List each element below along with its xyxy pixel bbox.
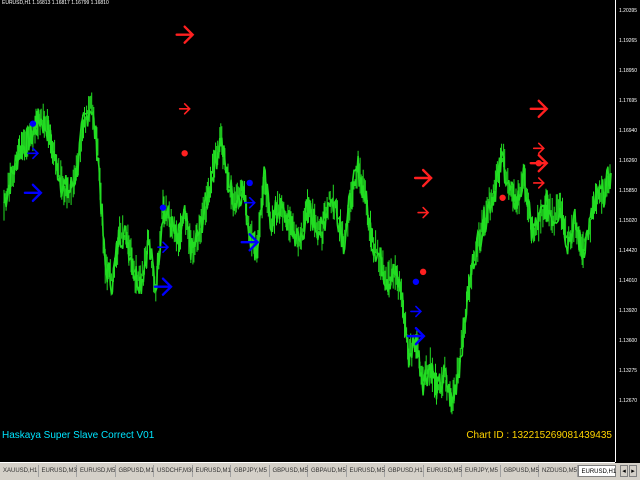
- tab-prev-button[interactable]: ◂: [620, 465, 628, 477]
- price-chart[interactable]: [0, 0, 615, 462]
- price-axis-label: 1.19265: [619, 38, 638, 44]
- sell-arrow-icon: [532, 142, 545, 155]
- chart-tab[interactable]: EURUSD,M30: [38, 465, 80, 477]
- price-line: [3, 108, 612, 407]
- price-axis-label: 1.16940: [619, 128, 638, 134]
- buy-arrow-icon: [410, 305, 423, 318]
- chart-tab[interactable]: GBPUSD,M5: [500, 465, 539, 477]
- price-axis-label: 1.12670: [619, 398, 638, 404]
- buy-signal-dot: [246, 179, 253, 187]
- sell-signal-dot: [419, 268, 427, 276]
- price-axis-label: 1.15850: [619, 188, 638, 194]
- chart-tab[interactable]: XAUUSD,H1: [0, 465, 39, 477]
- buy-signal-dot: [159, 204, 167, 211]
- tab-next-button[interactable]: ▸: [629, 465, 637, 477]
- price-series: [3, 92, 612, 415]
- chart-canvas[interactable]: [0, 0, 615, 462]
- chart-tab[interactable]: GBPUSD,M15: [115, 465, 157, 477]
- chart-tab[interactable]: EURUSD,M15: [192, 465, 234, 477]
- sell-arrow-icon: [417, 206, 430, 219]
- price-axis-label: 1.13920: [619, 308, 638, 314]
- buy-signal-dot: [29, 120, 37, 127]
- price-axis-label: 1.15020: [619, 218, 638, 224]
- price-axis-label: 1.13600: [619, 338, 638, 344]
- price-scale[interactable]: 1.20395 1.19265 1.18950 1.17695 1.16940 1.162…: [615, 0, 640, 462]
- buy-signal-dot: [412, 278, 420, 285]
- price-axis-label: 1.18950: [619, 68, 638, 74]
- price-axis-label: 1.13275: [619, 368, 638, 374]
- chart-tab[interactable]: EURUSD,M5: [346, 465, 385, 477]
- chart-tab[interactable]: EURUSD,H1: [577, 465, 616, 477]
- chart-id-label: Chart ID : 132215269081439435: [466, 430, 612, 441]
- chart-tab[interactable]: EURJPY,M5: [462, 465, 501, 477]
- price-axis-label: 1.16260: [619, 158, 638, 164]
- sell-arrow-icon: [175, 25, 195, 44]
- price-axis-label: 1.20395: [619, 8, 638, 14]
- sell-arrow-icon: [178, 103, 191, 115]
- chart-tab[interactable]: EURUSD,M5: [77, 465, 116, 477]
- sell-signal-dot: [499, 194, 506, 201]
- sell-signal-dot: [181, 150, 188, 157]
- chart-tab[interactable]: GBPUSD,H1: [385, 465, 424, 477]
- sell-arrow-icon: [529, 99, 549, 119]
- price-axis-label: 1.14420: [619, 248, 638, 254]
- chart-tab[interactable]: GBPAUD,M5: [308, 465, 347, 477]
- symbol-info-header: EURUSD,H1 1.16813 1.16817 1.16799 1.1681…: [2, 0, 109, 6]
- chart-tab[interactable]: NZDUSD,M5: [539, 465, 578, 477]
- chart-tab[interactable]: EURUSD,M5: [423, 465, 462, 477]
- price-axis-label: 1.17695: [619, 98, 638, 104]
- sell-arrow-icon: [532, 177, 545, 189]
- buy-arrow-icon: [23, 183, 43, 203]
- indicator-name-label: Haskaya Super Slave Correct V01: [2, 430, 155, 441]
- chart-tab[interactable]: USDCHF,M30: [154, 465, 195, 477]
- chart-tab[interactable]: GBPUSD,M5: [269, 465, 308, 477]
- chart-tab[interactable]: GBPJPY,M5: [231, 465, 270, 477]
- sell-signal-dot: [535, 159, 542, 167]
- sell-arrow-icon: [413, 168, 433, 188]
- price-axis-label: 1.14010: [619, 278, 638, 284]
